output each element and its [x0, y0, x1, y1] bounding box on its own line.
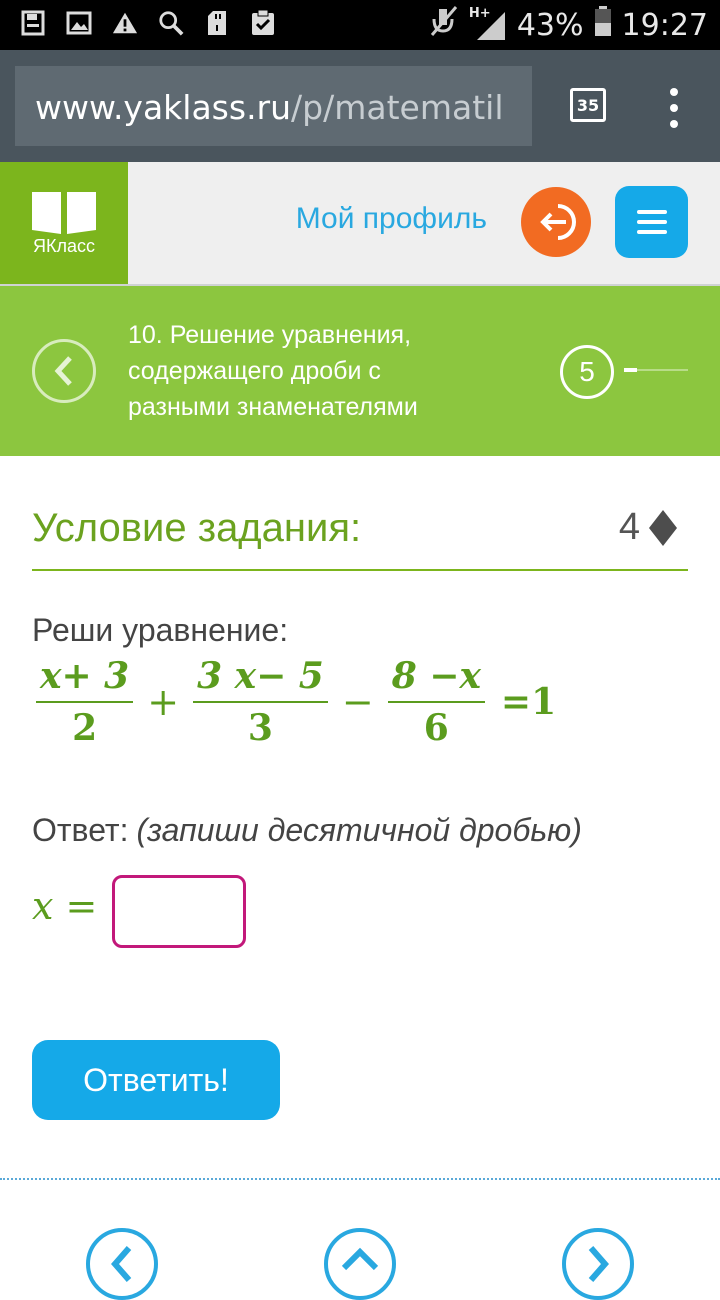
back-button[interactable]	[32, 339, 96, 403]
battery-icon	[594, 5, 612, 45]
signal-icon: H+	[469, 6, 507, 42]
chevron-left-icon	[111, 1246, 132, 1282]
up-button[interactable]	[324, 1228, 396, 1300]
answer-label: Ответ: (запиши десятичной дробью)	[32, 812, 582, 848]
equation: x+ 3 2 + 3 x− 5 3 − 8 −x 6 =1	[36, 655, 556, 749]
save-icon	[20, 9, 46, 37]
section-title: Условие задания:	[32, 506, 362, 550]
fraction-2: 3 x− 5 3	[193, 655, 328, 749]
fraction-2-numerator: 3 x− 5	[197, 655, 324, 697]
equation-rhs: =1	[500, 681, 557, 723]
submit-button[interactable]: Ответить!	[32, 1040, 280, 1120]
answer-note: (запиши десятичной дробью)	[136, 812, 582, 848]
mute-icon	[429, 5, 459, 45]
warning-icon	[112, 9, 138, 37]
logout-button[interactable]	[521, 187, 591, 257]
answer-input[interactable]	[112, 875, 246, 948]
chevron-right-icon	[588, 1246, 609, 1282]
logout-icon	[540, 204, 576, 240]
points-badge: 4	[619, 506, 678, 549]
battery-percent: 43%	[516, 7, 584, 43]
browser-toolbar: www.yaklass.ru/p/matematil 35	[0, 50, 720, 162]
search-icon	[158, 9, 184, 37]
tabs-button[interactable]: 35	[570, 88, 606, 122]
fraction-1-numerator: x+ 3	[40, 655, 130, 697]
prev-task-button[interactable]	[86, 1228, 158, 1300]
fraction-3: 8 −x 6	[387, 655, 485, 749]
clock: 19:27	[621, 7, 708, 43]
address-bar[interactable]: www.yaklass.ru/p/matematil	[15, 66, 532, 146]
operator-minus: −	[341, 680, 374, 724]
url-path: /p/matematil	[291, 88, 504, 127]
book-icon	[32, 192, 96, 234]
dotted-divider	[0, 1178, 720, 1180]
diamond-icon	[649, 509, 677, 546]
variable-label: x =	[32, 884, 98, 928]
task-prompt: Реши уравнение:	[32, 612, 289, 648]
logo-text: ЯКласс	[33, 236, 95, 256]
lesson-title: 10. Решение уравнения, содержащего дроби…	[128, 321, 418, 421]
step-indicator[interactable]: 5	[560, 345, 614, 399]
my-profile-link[interactable]: Мой профиль	[296, 202, 487, 236]
fraction-1-denominator: 2	[72, 707, 98, 749]
lesson-bar: 10. Решение уравнения, содержащего дроби…	[0, 286, 720, 456]
sd-card-icon	[204, 9, 230, 37]
points-value: 4	[618, 506, 640, 548]
next-task-button[interactable]	[562, 1228, 634, 1300]
status-bar: H+ 43% 19:27	[0, 0, 720, 50]
menu-button[interactable]	[615, 186, 688, 258]
fraction-2-denominator: 3	[247, 707, 273, 749]
tab-count: 35	[576, 95, 600, 115]
site-header: ЯКласс Мой профиль	[0, 162, 720, 286]
image-icon	[66, 9, 92, 37]
operator-plus: +	[147, 680, 180, 724]
clipboard-check-icon	[250, 9, 276, 37]
fraction-1: x+ 3 2	[36, 655, 134, 749]
site-logo[interactable]: ЯКласс	[0, 162, 128, 284]
chevron-up-icon	[341, 1247, 379, 1271]
section-divider	[32, 569, 688, 571]
chevron-left-icon	[54, 356, 72, 386]
overflow-menu-icon[interactable]	[664, 88, 684, 128]
fraction-3-numerator: 8 −x	[391, 655, 481, 697]
url-host: www.yaklass.ru	[35, 88, 292, 127]
fraction-3-denominator: 6	[423, 707, 449, 749]
progress-bar	[624, 368, 688, 372]
